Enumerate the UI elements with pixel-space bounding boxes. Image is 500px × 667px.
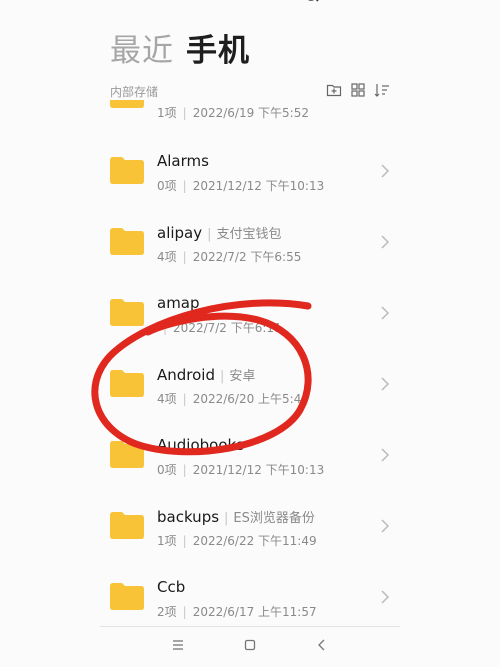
- folder-icon: [110, 582, 144, 610]
- chevron-right-icon: [379, 234, 391, 250]
- item-meta: 1项 | 2022/6/22 下午11:49: [157, 534, 317, 548]
- tab-bar: 最近 手机: [110, 25, 250, 70]
- folder-icon: [110, 156, 144, 184]
- home-icon[interactable]: [242, 637, 258, 653]
- top-actions: [303, 0, 405, 6]
- chevron-right-icon: [379, 589, 391, 605]
- item-meta: 0项 | 2021/12/12 下午10:13: [157, 463, 325, 477]
- item-name: Alarms: [157, 152, 209, 170]
- folder-icon: [110, 369, 144, 397]
- item-name: amap: [157, 294, 200, 312]
- search-icon[interactable]: [303, 0, 321, 6]
- chevron-right-icon: [379, 305, 391, 321]
- list-item[interactable]: Android | 安卓 4项 | 2022/6/20 上午5:40: [0, 359, 500, 429]
- item-meta: 4项 | 2022/7/2 下午6:55: [157, 250, 302, 264]
- tab-recent[interactable]: 最近: [110, 25, 174, 70]
- menu-icon[interactable]: [170, 637, 186, 653]
- item-name: Audiobooks: [157, 436, 245, 454]
- list-item-partial[interactable]: 1项 | 2022/6/19 下午5:52: [0, 100, 500, 122]
- item-meta: | 2022/7/2 下午6:11: [163, 321, 282, 335]
- chevron-right-icon: [379, 376, 391, 392]
- chevron-right-icon: [379, 163, 391, 179]
- list-item[interactable]: Alarms 0项 | 2021/12/12 下午10:13: [0, 146, 500, 216]
- storage-label[interactable]: 内部存储: [110, 83, 158, 100]
- chevron-right-icon: [379, 518, 391, 534]
- upload-icon[interactable]: [345, 0, 363, 6]
- item-name: Ccb: [157, 578, 186, 596]
- storage-header: 内部存储: [110, 82, 390, 100]
- grid-view-icon[interactable]: [350, 82, 366, 98]
- more-icon[interactable]: [387, 0, 405, 6]
- new-folder-icon[interactable]: [326, 82, 342, 98]
- list-item[interactable]: alipay | 支付宝钱包 4项 | 2022/7/2 下午6:55: [0, 217, 500, 287]
- item-meta: 0项 | 2021/12/12 下午10:13: [157, 179, 325, 193]
- chevron-right-icon: [379, 447, 391, 463]
- folder-icon: [110, 100, 144, 108]
- folder-icon: [110, 440, 144, 468]
- folder-icon: [110, 298, 144, 326]
- item-meta: 4项 | 2022/6/20 上午5:40: [157, 392, 309, 406]
- item-name: alipay | 支付宝钱包: [157, 224, 282, 242]
- list-item[interactable]: backups | ES浏览器备份 1项 | 2022/6/22 下午11:49: [0, 501, 500, 571]
- system-nav-bar: [100, 626, 400, 667]
- item-name: Android | 安卓: [157, 366, 256, 384]
- folder-icon: [110, 511, 144, 539]
- sort-icon[interactable]: [374, 82, 390, 98]
- list-item[interactable]: Audiobooks 0项 | 2021/12/12 下午10:13: [0, 430, 500, 500]
- folder-icon: [110, 227, 144, 255]
- list-item[interactable]: amap | 2022/7/2 下午6:11: [0, 288, 500, 358]
- tab-phone[interactable]: 手机: [186, 25, 250, 70]
- item-meta: 2项 | 2022/6/17 上午11:57: [157, 605, 317, 619]
- item-name: backups | ES浏览器备份: [157, 508, 315, 526]
- back-icon[interactable]: [314, 637, 330, 653]
- item-meta: 1项 | 2022/6/19 下午5:52: [157, 106, 309, 120]
